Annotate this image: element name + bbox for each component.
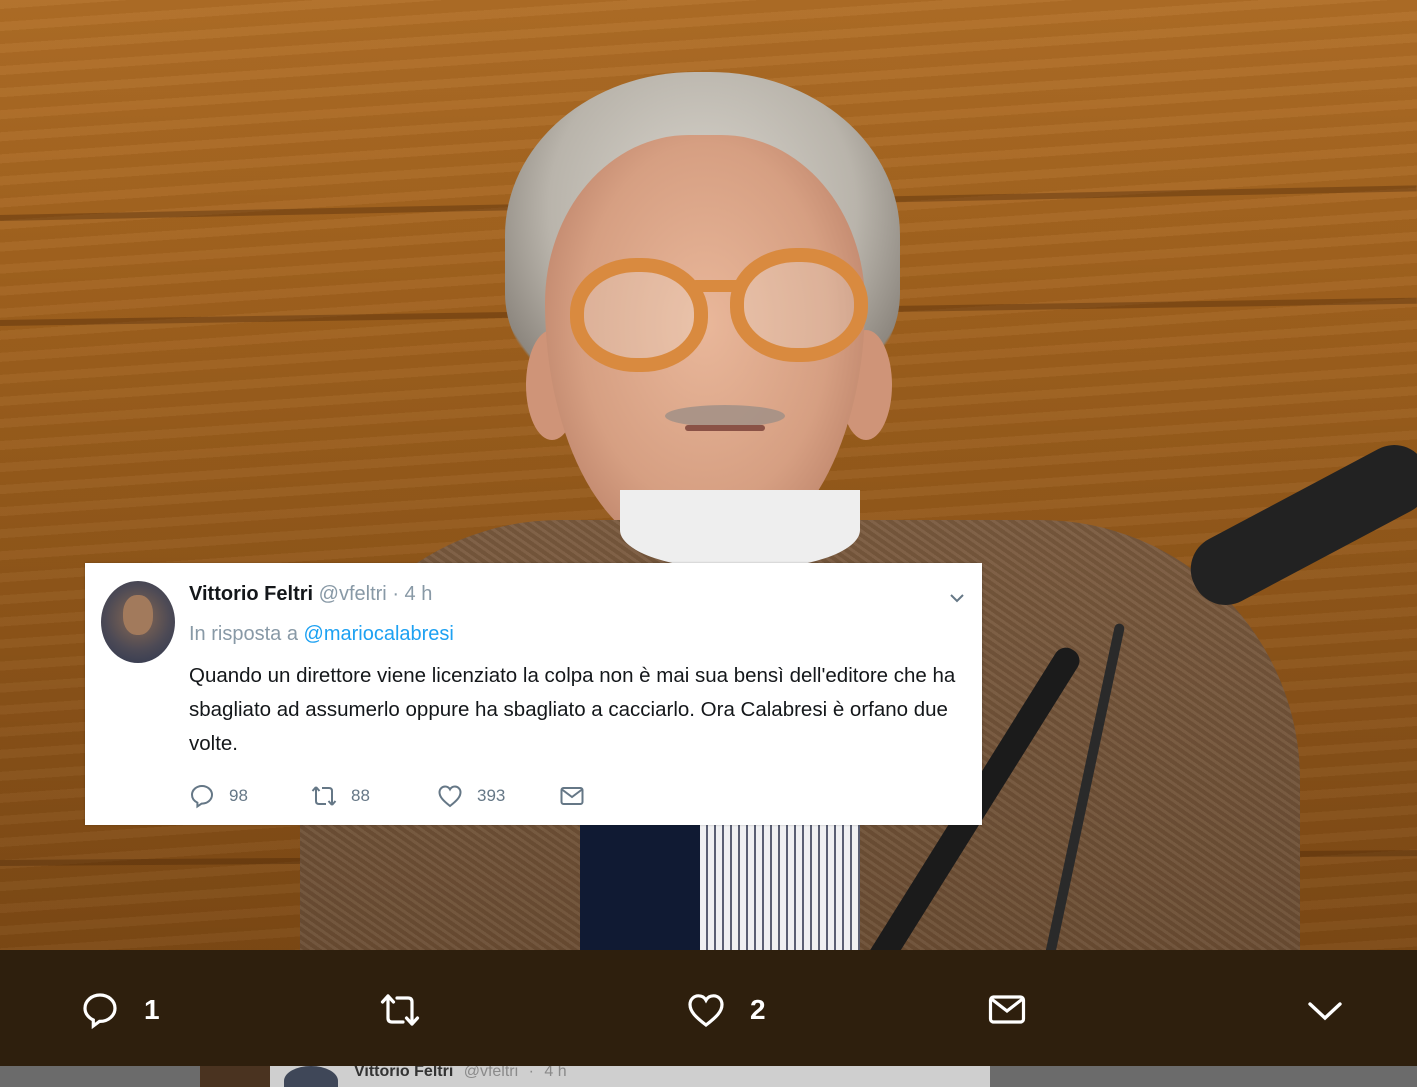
tweet-dm-action	[559, 783, 585, 809]
direct-message-button[interactable]	[987, 990, 1027, 1030]
mail-icon	[988, 995, 1026, 1024]
tweet-text: Quando un direttore viene licenziato la …	[189, 664, 956, 755]
reply-icon	[83, 993, 117, 1030]
tweet-action-bar: 1 2	[0, 950, 1417, 1066]
like-button[interactable]: 2	[686, 990, 766, 1030]
tweet-reply-count: 98	[229, 786, 248, 805]
reply-prefix: In risposta a	[189, 623, 298, 645]
retweet-button[interactable]	[380, 990, 420, 1030]
like-count: 2	[750, 994, 766, 1025]
next-tweet-timestamp: 4 h	[544, 1066, 567, 1080]
tweet-photo[interactable]: Vittorio Feltri @vfeltri · 4 h In rispos…	[0, 0, 1417, 950]
tweet-reply-action: 98	[189, 783, 248, 809]
next-tweet-header: Vittorio Feltri @vfeltri · 4 h	[354, 1066, 567, 1081]
next-tweet-author-name: Vittorio Feltri	[354, 1066, 454, 1080]
next-tweet-peek[interactable]: Vittorio Feltri @vfeltri · 4 h	[0, 1066, 1417, 1087]
person-mustache	[665, 405, 785, 427]
tweet-like-count: 393	[477, 786, 506, 805]
tweet-author-name: Vittorio Feltri	[189, 583, 314, 605]
glasses-lens	[730, 248, 868, 362]
tweet-author-handle: @vfeltri	[318, 583, 387, 605]
tweet-header: Vittorio Feltri @vfeltri · 4 h	[189, 583, 432, 606]
retweet-icon	[311, 786, 337, 806]
tweet-like-action: 393	[437, 783, 505, 809]
heart-icon	[688, 994, 724, 1028]
reply-icon	[190, 784, 214, 809]
person-tie	[580, 820, 710, 950]
chevron-down-icon	[1308, 1002, 1342, 1021]
mail-icon	[560, 787, 584, 805]
heart-icon	[438, 785, 462, 808]
tweet-timestamp: 4 h	[404, 583, 433, 605]
avatar	[101, 581, 175, 663]
avatar	[284, 1066, 338, 1087]
reply-button[interactable]: 1	[80, 990, 160, 1030]
glasses-lens	[570, 258, 708, 372]
chevron-down-icon	[950, 594, 964, 603]
reply-count: 1	[144, 994, 160, 1025]
striped-shirt	[700, 820, 860, 950]
more-options-button[interactable]	[1306, 998, 1344, 1024]
next-tweet-card: Vittorio Feltri @vfeltri · 4 h	[270, 1066, 990, 1087]
tweet-retweet-count: 88	[351, 786, 370, 805]
microphone-head	[1178, 433, 1417, 617]
next-tweet-separator: ·	[528, 1066, 534, 1080]
retweet-icon	[380, 994, 420, 1026]
person-mouth	[685, 425, 765, 431]
shirt-collar	[620, 490, 860, 570]
next-tweet-image-edge	[200, 1066, 270, 1087]
tweet-separator: ·	[392, 583, 399, 605]
next-tweet-author-handle: @vfeltri	[463, 1066, 519, 1080]
tweet-retweet-action: 88	[311, 783, 370, 809]
embedded-tweet-card: Vittorio Feltri @vfeltri · 4 h In rispos…	[85, 563, 982, 825]
reply-context: In risposta a @mariocalabresi	[189, 623, 454, 646]
reply-mention-link: @mariocalabresi	[303, 623, 454, 645]
glasses-bridge	[690, 280, 742, 292]
